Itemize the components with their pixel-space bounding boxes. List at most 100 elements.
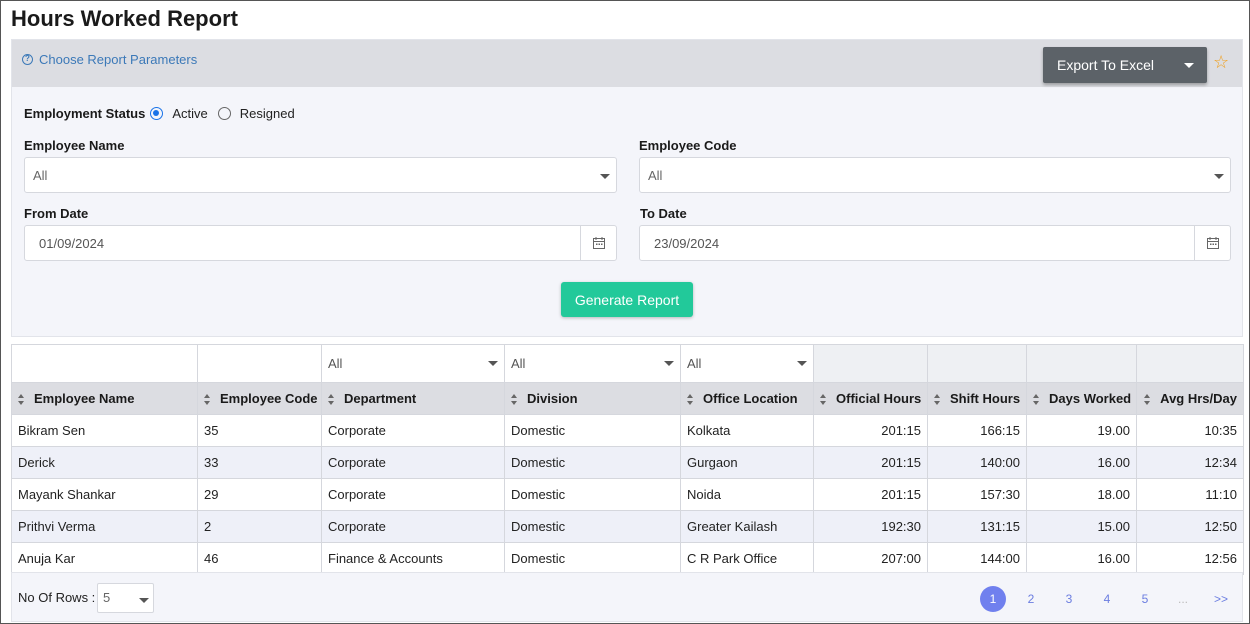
cell-shift-hours: 144:00 [927, 542, 1027, 575]
cell-department: Corporate [321, 446, 505, 479]
column-header-official-hours[interactable]: Official Hours [813, 382, 928, 415]
sort-icon [820, 394, 827, 406]
pagination-page-5[interactable]: 5 [1132, 586, 1158, 612]
cell-department: Finance & Accounts [321, 542, 505, 575]
rows-per-page-select[interactable]: 5 [97, 583, 154, 613]
column-header-employee-name[interactable]: Employee Name [11, 382, 198, 415]
table-row[interactable]: Bikram Sen 35 Corporate Domestic Kolkata 201:… [11, 414, 1244, 447]
employee-name-label: Employee Name [24, 138, 125, 153]
table-row[interactable]: Prithvi Verma 2 Corporate Domestic Greater K… [11, 510, 1244, 543]
cell-division: Domestic [504, 414, 681, 447]
cell-avg-hrs-day: 12:56 [1136, 542, 1244, 575]
column-header-division[interactable]: Division [504, 382, 681, 415]
filter-cell-empty [927, 344, 1027, 383]
cell-division: Domestic [504, 446, 681, 479]
cell-days-worked: 16.00 [1026, 542, 1137, 575]
office-location-filter[interactable]: All [680, 344, 814, 383]
radio-active[interactable] [150, 107, 164, 120]
filter-cell-empty [11, 344, 198, 383]
division-filter[interactable]: All [504, 344, 681, 383]
pagination-page-2[interactable]: 2 [1018, 586, 1044, 612]
cell-days-worked: 18.00 [1026, 478, 1137, 511]
cell-employee-code: 29 [197, 478, 322, 511]
pagination-page-4[interactable]: 4 [1094, 586, 1120, 612]
cell-office-location: C R Park Office [680, 542, 814, 575]
chevron-down-icon[interactable] [1184, 62, 1194, 68]
cell-division: Domestic [504, 510, 681, 543]
cell-employee-code: 33 [197, 446, 322, 479]
column-header-days-worked[interactable]: Days Worked [1026, 382, 1137, 415]
cell-official-hours: 201:15 [813, 478, 928, 511]
rows-per-page-value: 5 [103, 590, 111, 605]
column-label: Office Location [703, 391, 798, 406]
cell-department: Corporate [321, 478, 505, 511]
pagination-page-3[interactable]: 3 [1056, 586, 1082, 612]
panel-header: ? Choose Report Parameters Export To Exc… [12, 40, 1242, 87]
cell-employee-name: Derick [11, 446, 198, 479]
chevron-down-icon [797, 361, 807, 366]
to-date-input[interactable]: 23/09/2024 [639, 225, 1231, 261]
sort-icon [511, 394, 518, 406]
column-header-employee-code[interactable]: Employee Code [197, 382, 322, 415]
rows-per-page-label: No Of Rows : [18, 590, 96, 605]
office-location-filter-value: All [687, 356, 702, 371]
cell-official-hours: 201:15 [813, 446, 928, 479]
employee-code-select[interactable]: All [639, 157, 1231, 193]
pagination-ellipsis: ... [1177, 592, 1188, 606]
column-label: Employee Name [34, 391, 135, 406]
page-title: Hours Worked Report [11, 6, 238, 31]
employee-name-select[interactable]: All [24, 157, 617, 193]
cell-employee-code: 46 [197, 542, 322, 575]
column-label: Shift Hours [950, 391, 1021, 406]
cell-avg-hrs-day: 10:35 [1136, 414, 1244, 447]
from-date-label: From Date [24, 206, 89, 221]
cell-shift-hours: 166:15 [927, 414, 1027, 447]
calendar-icon[interactable] [1194, 226, 1230, 260]
cell-avg-hrs-day: 12:50 [1136, 510, 1244, 543]
column-header-department[interactable]: Department [321, 382, 505, 415]
report-parameters-panel: ? Choose Report Parameters Export To Exc… [11, 39, 1243, 337]
sort-icon [1033, 394, 1040, 406]
employment-status-label: Employment Status [24, 106, 146, 121]
table-footer: No Of Rows : 5 1 2 3 4 5... >> [11, 572, 1243, 622]
cell-avg-hrs-day: 12:34 [1136, 446, 1244, 479]
sort-icon [1144, 394, 1151, 406]
column-header-shift-hours[interactable]: Shift Hours [927, 382, 1027, 415]
choose-report-parameters-link[interactable]: ? Choose Report Parameters [22, 52, 197, 67]
cell-office-location: Greater Kailash [680, 510, 814, 543]
radio-resigned[interactable] [217, 107, 231, 120]
cell-official-hours: 207:00 [813, 542, 928, 575]
department-filter[interactable]: All [321, 344, 505, 383]
choose-label: Choose Report Parameters [39, 52, 198, 67]
table-row[interactable]: Anuja Kar 46 Finance & Accounts Domestic C R… [11, 542, 1244, 575]
cell-days-worked: 16.00 [1026, 446, 1137, 479]
cell-department: Corporate [321, 414, 505, 447]
cell-days-worked: 15.00 [1026, 510, 1137, 543]
chevron-down-icon [600, 174, 610, 179]
star-icon[interactable]: ☆ [1213, 52, 1229, 73]
calendar-icon[interactable] [580, 226, 616, 260]
column-label: Avg Hrs/Day [1160, 391, 1237, 406]
sort-icon [934, 394, 941, 406]
table-row[interactable]: Mayank Shankar 29 Corporate Domestic Noida 20… [11, 478, 1244, 511]
column-header-office-location[interactable]: Office Location [680, 382, 814, 415]
from-date-input[interactable]: 01/09/2024 [24, 225, 617, 261]
generate-report-button[interactable]: Generate Report [561, 282, 693, 317]
cell-department: Corporate [321, 510, 505, 543]
pagination-page-1[interactable]: 1 [980, 586, 1006, 612]
chevron-down-icon [488, 361, 498, 366]
column-label: Employee Code [220, 391, 318, 406]
column-label: Division [527, 391, 578, 406]
cell-employee-name: Anuja Kar [11, 542, 198, 575]
export-to-excel-button[interactable]: Export To Excel [1043, 47, 1207, 83]
table-row[interactable]: Derick 33 Corporate Domestic Gurgaon 201:15 14… [11, 446, 1244, 479]
column-header-avg-hrs-day[interactable]: Avg Hrs/Day [1136, 382, 1244, 415]
pagination-next[interactable]: >> [1208, 586, 1234, 612]
cell-division: Domestic [504, 478, 681, 511]
chevron-down-icon [664, 361, 674, 366]
from-date-value: 01/09/2024 [39, 236, 105, 251]
sort-icon [204, 394, 211, 406]
cell-employee-code: 2 [197, 510, 322, 543]
chevron-down-icon [139, 598, 149, 603]
cell-official-hours: 201:15 [813, 414, 928, 447]
